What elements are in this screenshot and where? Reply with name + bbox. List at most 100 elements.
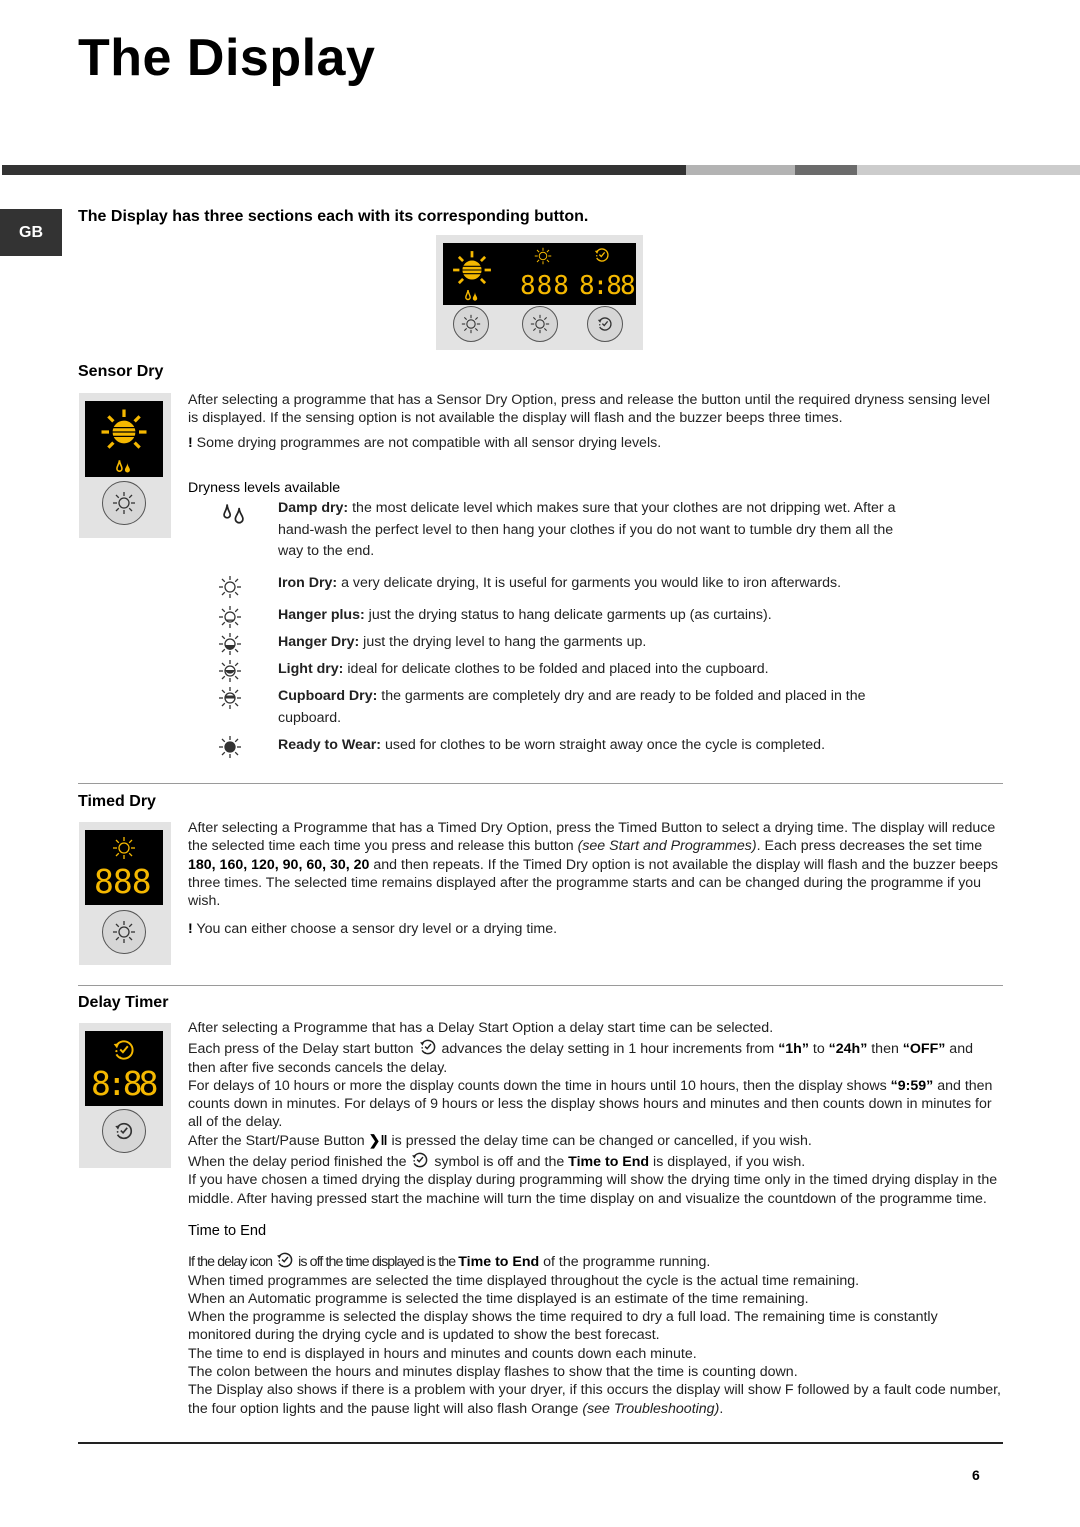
delay-timer-button[interactable] (587, 306, 623, 342)
dryness-level-text: Hanger Dry: just the drying level to han… (278, 632, 908, 654)
level-name: Damp dry: (278, 500, 349, 516)
text: When the delay period finished the (188, 1154, 411, 1171)
level-desc: just the drying level to hang the garmen… (359, 634, 647, 650)
text: of the programme running. (539, 1254, 711, 1271)
note-text: You can either choose a sensor dry level… (192, 921, 558, 938)
page-title: The Display (78, 29, 376, 87)
time-to-end-title: Time to End (188, 1222, 267, 1239)
header-band-light (686, 165, 795, 175)
timer-sun-icon (530, 314, 550, 334)
timed-dry-para: After selecting a Programme that has a T… (188, 819, 1003, 910)
timed-dry-sun-icon (112, 836, 136, 860)
droplets-icon (465, 289, 478, 301)
delay-line: For delays of 10 hours or more the displ… (188, 1077, 1003, 1132)
sensor-dry-screen (85, 401, 163, 477)
dryness-level-text: Cupboard Dry: the garments are completel… (278, 686, 908, 729)
sensor-dry-sun-icon (451, 249, 493, 291)
text: Each press of the Delay start button (188, 1041, 418, 1058)
hanger-plus-icon (218, 605, 242, 629)
level-name: Hanger Dry: (278, 634, 360, 650)
tte-line: When timed programmes are selected the t… (188, 1272, 860, 1289)
timed-dry-button[interactable] (102, 910, 146, 954)
damp-dry-icon (223, 504, 244, 524)
timed-dry-note: ! You can either choose a sensor dry lev… (188, 920, 1003, 938)
delay-timer-description: After selecting a Programme that has a D… (188, 1019, 1003, 1418)
delay-line: After the Start/Pause Button ❯‖ is press… (188, 1132, 1003, 1150)
text: If the delay icon (188, 1254, 276, 1271)
timed-dry-button[interactable] (522, 306, 558, 342)
delay-digits: 8:88 (91, 1064, 159, 1103)
sensor-dry-thumbnail (79, 393, 171, 538)
cupboard-dry-icon (218, 686, 242, 710)
iron-dry-icon (218, 575, 242, 599)
timed-digits: 888 (520, 271, 570, 301)
dryness-level-text: Ready to Wear: used for clothes to be wo… (278, 735, 908, 757)
sensor-dry-para: After selecting a programme that has a S… (188, 392, 991, 427)
level-name: Iron Dry: (278, 575, 338, 591)
display-screen: 888 8:88 (443, 243, 636, 305)
timed-dry-sun-icon (534, 247, 552, 265)
note-text: Some drying programmes are not compatibl… (192, 434, 662, 451)
level-desc: ideal for delicate clothes to be folded … (343, 661, 769, 677)
sensor-dry-note: ! Some drying programmes are not compati… (188, 434, 1003, 452)
delay-clock-icon (596, 315, 614, 333)
delay-timer-screen: 8:88 (85, 1031, 163, 1106)
tte-line: If the delay icon is off the time displa… (188, 1250, 1003, 1271)
value: “1h” (778, 1041, 809, 1058)
language-tab: GB (0, 209, 62, 256)
dryness-level-text: Damp dry: the most delicate level which … (278, 498, 908, 563)
delay-timer-heading: Delay Timer (78, 994, 169, 1011)
section-divider (78, 783, 1003, 784)
delay-line: After selecting a Programme that has a D… (188, 1020, 774, 1036)
timed-digits: 888 (94, 862, 152, 901)
text: is off the time displayed is the (295, 1254, 459, 1271)
text: . Each press decreases the set time (756, 838, 983, 855)
cross-reference: (see Troubleshooting) (582, 1400, 720, 1417)
timed-dry-screen: 888 (85, 830, 163, 905)
sensor-dry-button[interactable] (453, 306, 489, 342)
delay-clock-icon (418, 1037, 438, 1057)
sensor-dry-button[interactable] (102, 481, 146, 525)
level-name: Hanger plus: (278, 607, 365, 623)
page-number: 6 (972, 1467, 980, 1483)
text: For delays of 10 hours or more the displ… (188, 1077, 891, 1094)
level-desc: a very delicate drying, It is useful for… (337, 575, 842, 591)
header-band-dark (2, 165, 686, 175)
sun-icon (112, 491, 136, 515)
delay-clock-icon (111, 1037, 137, 1063)
text: then (867, 1041, 903, 1058)
tte-line: When the programme is selected the displ… (188, 1309, 938, 1344)
ready-to-wear-icon (218, 735, 242, 759)
level-desc: used for clothes to be worn straight awa… (381, 737, 826, 753)
display-panel: 888 8:88 (436, 235, 643, 350)
footer-divider (78, 1442, 1003, 1444)
value: “OFF” (902, 1041, 946, 1058)
sun-icon (461, 314, 481, 334)
value: “24h” (828, 1041, 868, 1058)
delay-timer-button[interactable] (102, 1109, 146, 1153)
intro-heading: The Display has three sections each with… (78, 208, 589, 225)
delay-line: If you have chosen a timed drying the di… (188, 1172, 998, 1207)
sensor-dry-heading: Sensor Dry (78, 363, 164, 380)
sensor-dry-description: After selecting a programme that has a S… (188, 391, 1003, 452)
emphasis: Time to End (458, 1254, 540, 1271)
timed-dry-heading: Timed Dry (78, 793, 156, 810)
tte-line: The Display also shows if there is a pro… (188, 1381, 1003, 1418)
tte-line: When an Automatic programme is selected … (188, 1290, 809, 1307)
delay-line: When the delay period finished the symbo… (188, 1150, 1003, 1171)
text: symbol is off and the (430, 1154, 569, 1171)
header-band-pale (857, 165, 1080, 175)
value: “9:59” (890, 1077, 934, 1094)
start-pause-icon: ❯‖ (368, 1132, 388, 1149)
text: After the Start/Pause Button (188, 1132, 369, 1149)
dryness-level-text: Light dry: ideal for delicate clothes to… (278, 659, 908, 681)
section-divider (78, 985, 1003, 986)
emphasis: Time to End (568, 1154, 650, 1171)
text: to (808, 1041, 829, 1058)
sensor-dry-sun-icon (99, 407, 149, 457)
dryness-level-text: Hanger plus: just the drying status to h… (278, 605, 908, 627)
timed-dry-description: After selecting a Programme that has a T… (188, 819, 1003, 939)
level-name: Cupboard Dry: (278, 688, 378, 704)
header-band-mid (795, 165, 857, 175)
time-values: 180, 160, 120, 90, 60, 30, 20 (188, 856, 370, 873)
